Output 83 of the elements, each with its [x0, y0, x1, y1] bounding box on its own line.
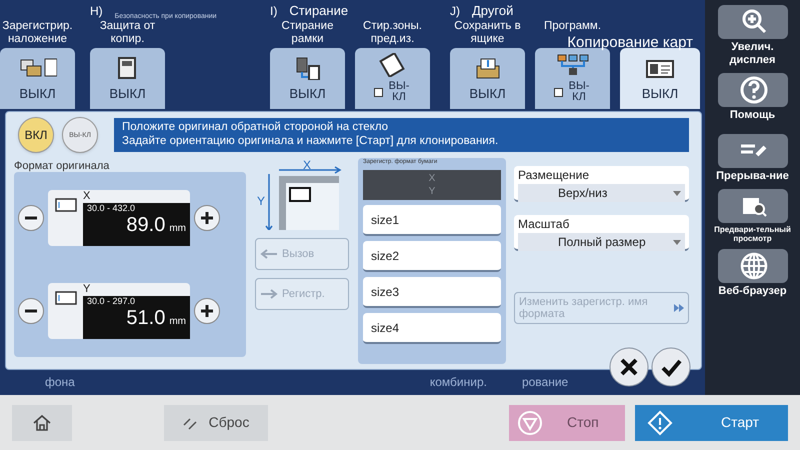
axis-label: Y — [257, 193, 266, 210]
unit-text: mm — [169, 222, 186, 236]
arrow-icon — [260, 289, 278, 299]
header-text: Y — [428, 185, 436, 198]
function-label: Зарегистрир. наложение — [1, 20, 74, 46]
function-label: Защита от копир. — [98, 20, 156, 46]
range-text: 30.0 - 297.0 — [87, 296, 136, 306]
range-text: 30.0 - 432.0 — [87, 203, 136, 214]
function-label: Стир.зоны. пред.из. — [362, 20, 423, 46]
section-title: Формат оригинала — [14, 159, 110, 172]
action-button: Вызов — [255, 238, 349, 270]
size-item[interactable]: size2 — [363, 241, 501, 272]
value-text: 51.0 — [126, 306, 166, 330]
home-icon — [32, 414, 52, 432]
cancel-button[interactable] — [609, 347, 649, 387]
dimension-icon — [54, 290, 76, 305]
function-tile[interactable]: ВЫ-КЛ — [355, 48, 430, 109]
value-field[interactable]: X 30.0 - 432.0 89.0 mm — [48, 190, 190, 246]
tile-state: ВЫКЛ — [19, 84, 56, 102]
double-arrow-icon — [674, 304, 684, 312]
plus-icon — [200, 304, 214, 318]
reset-icon — [182, 416, 197, 430]
function-icon — [18, 56, 56, 80]
tile-state: ВЫКЛ — [469, 84, 506, 102]
home-button[interactable] — [12, 404, 72, 440]
minus-button[interactable] — [18, 205, 44, 232]
value-field[interactable]: Y 30.0 - 297.0 51.0 mm — [48, 282, 190, 339]
dropdown[interactable]: Размещение Верх/низ — [514, 166, 689, 202]
tile-state: ВЫКЛ — [642, 84, 678, 102]
rename-button: Изменить зарегистр. имя формата — [514, 292, 689, 324]
tile-state: ВЫ-КЛ — [388, 81, 410, 103]
reset-button[interactable]: Сброс — [164, 404, 268, 440]
checkbox-icon — [554, 88, 563, 96]
tile-state: ВЫ-КЛ — [568, 81, 590, 103]
function-label: Стирание рамки — [280, 20, 334, 46]
axis-label: X — [83, 190, 92, 204]
tile-state: ВЫКЛ — [289, 84, 326, 102]
size-item[interactable]: size1 — [363, 205, 501, 236]
instruction-text: Задайте ориентацию оригинала и нажмите [Старт] для клонирования. — [122, 134, 500, 148]
function-label: Сохранить в ящике — [453, 20, 522, 46]
value-text: 89.0 — [126, 213, 166, 238]
unit-text: mm — [169, 314, 186, 329]
group-letter: I) — [270, 3, 278, 20]
sidebar-icon — [738, 75, 768, 105]
caret-icon — [673, 190, 681, 196]
start-icon — [647, 410, 673, 436]
function-label: Программ. — [544, 20, 602, 33]
sidebar-button[interactable]: Увелич. дисплея — [712, 5, 792, 67]
stop-icon — [517, 410, 543, 436]
function-label: рование — [522, 374, 568, 391]
function-label: комбинир. — [430, 374, 487, 391]
function-tile[interactable]: ВЫКЛ — [270, 48, 345, 109]
group-letter: J) — [450, 3, 460, 20]
size-item[interactable]: size3 — [363, 277, 501, 308]
checkbox-icon — [374, 88, 383, 96]
function-tile[interactable]: ВЫКЛ — [620, 48, 700, 109]
function-tile[interactable]: ВЫ-КЛ — [535, 48, 610, 109]
function-tile[interactable]: ВЫКЛ — [90, 48, 165, 109]
stop-button[interactable]: Стоп — [509, 404, 625, 440]
instruction-text: Положите оригинал обратной стороной на стекло — [122, 120, 390, 134]
minus-button[interactable] — [18, 298, 44, 324]
group-title: Другой — [472, 2, 514, 20]
group-title: Стирание — [289, 2, 348, 20]
toggle-button[interactable]: ВКЛ — [18, 117, 54, 153]
dimension-icon — [54, 198, 76, 212]
dropdown[interactable]: Масштаб Полный размер — [514, 215, 689, 251]
tile-state: ВЫКЛ — [109, 84, 146, 102]
action-button: Регистр. — [255, 278, 349, 310]
plus-button[interactable] — [194, 298, 220, 324]
function-tile[interactable]: ВЫКЛ — [0, 48, 75, 109]
function-tile[interactable]: ВЫКЛ — [450, 48, 525, 109]
plus-button[interactable] — [194, 205, 220, 232]
confirm-button[interactable] — [651, 347, 691, 387]
plus-icon — [200, 211, 214, 226]
function-label: фона — [45, 374, 75, 391]
header-text: X — [428, 172, 436, 185]
axis-label: X — [303, 157, 312, 174]
arrow-icon — [260, 249, 278, 259]
axis-label: Y — [83, 282, 92, 296]
start-button[interactable]: Старт — [635, 404, 788, 440]
size-item[interactable]: size4 — [363, 313, 501, 344]
caret-icon — [673, 240, 681, 244]
group-letter: H) — [90, 3, 103, 20]
